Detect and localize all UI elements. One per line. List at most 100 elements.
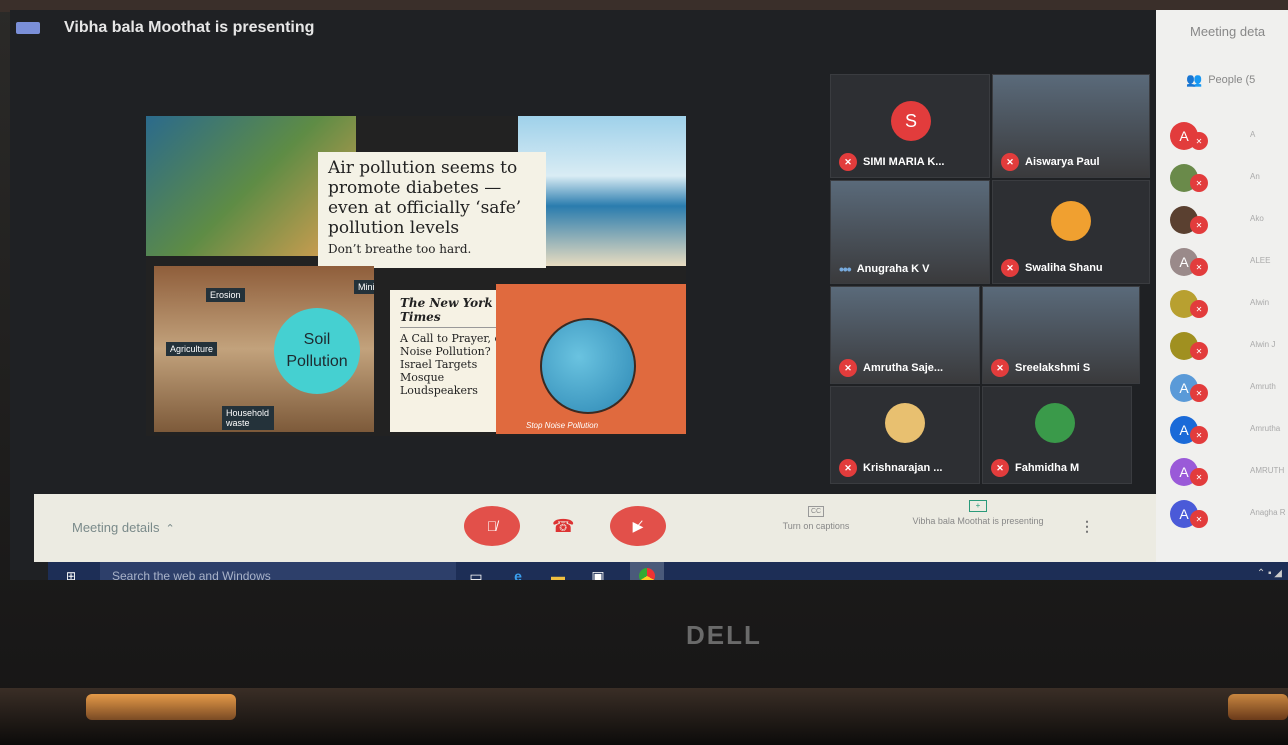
- tag-mining: Mining: [354, 280, 374, 294]
- mic-off-icon: ✕: [1190, 132, 1208, 150]
- store-icon[interactable]: ▣: [588, 566, 608, 581]
- tag-household: Household waste: [222, 406, 274, 430]
- participant-list-item[interactable]: ✕ Alwin: [1170, 290, 1288, 320]
- participant-list-name: Anagha R: [1250, 508, 1286, 517]
- participant-list-name: A: [1250, 130, 1256, 139]
- participant-list-item[interactable]: ✕ Ako: [1170, 206, 1288, 236]
- globe-icon: [540, 318, 636, 414]
- avatar: S: [891, 101, 931, 141]
- shared-slide: Air pollution seems to promote diabetes …: [146, 116, 686, 436]
- participant-tile[interactable]: ✕ Fahmidha M: [982, 386, 1132, 484]
- participant-list-item[interactable]: ✕ Alwin J: [1170, 332, 1288, 362]
- mic-off-icon: ✕: [1190, 258, 1208, 276]
- participant-list-item[interactable]: A ✕ Amrutha: [1170, 416, 1288, 446]
- participant-tile[interactable]: ✕ Krishnarajan ...: [830, 386, 980, 484]
- avatar: [1035, 403, 1075, 443]
- participant-tile[interactable]: ✕ Swaliha Shanu: [992, 180, 1150, 284]
- phone-hangup-icon: ☎: [552, 516, 575, 536]
- participant-list-name: AMRUTH: [1250, 466, 1285, 475]
- people-tab-label: People (5: [1208, 74, 1256, 86]
- presenting-icon: [16, 22, 40, 34]
- participant-list-item[interactable]: A ✕ A: [1170, 122, 1288, 152]
- avatar: [1051, 201, 1091, 241]
- dell-logo: DELL: [686, 620, 762, 650]
- air-pollution-subhead: Don’t breathe too hard.: [328, 242, 472, 256]
- participant-tile[interactable]: ✕ Amrutha Saje...: [830, 286, 980, 384]
- participant-tile[interactable]: ✕ Sreelakshmi S: [982, 286, 1140, 384]
- participant-name: Swaliha Shanu: [1025, 262, 1103, 274]
- participant-tile[interactable]: ✕ Aiswarya Paul: [992, 74, 1150, 178]
- windows-taskbar: ⊞ Search the web and Windows ▭ e ▬ ▣ ⌃ ▪…: [48, 562, 1288, 580]
- edge-browser-icon[interactable]: e: [508, 566, 528, 580]
- file-explorer-icon[interactable]: ▬: [548, 566, 568, 580]
- hinge-foot-right: [1228, 694, 1288, 720]
- participant-list-name: Amrutha: [1250, 424, 1281, 433]
- laptop-photo: Vibha bala Moothat is presenting Air pol…: [0, 0, 1288, 745]
- participant-list-item[interactable]: A ✕ ALEE: [1170, 248, 1288, 278]
- mic-off-icon: ✕: [1190, 216, 1208, 234]
- chevron-up-icon: ⌃: [165, 523, 175, 535]
- participant-tile[interactable]: ••• Anugraha K V: [830, 180, 990, 284]
- mic-toggle-button[interactable]: 🎙̸: [464, 506, 520, 546]
- speaking-icon: •••: [839, 261, 852, 277]
- side-panel: Meeting deta 👥 People (5 A ✕ A ✕ An ✕ Ako A ✕ ALE…: [1156, 10, 1288, 580]
- task-view-icon[interactable]: ▭: [466, 566, 486, 581]
- participant-list-name: ALEE: [1250, 256, 1271, 265]
- meeting-details-button[interactable]: Meeting details ⌃: [72, 520, 175, 535]
- participant-list-name: Ako: [1250, 214, 1264, 223]
- participant-grid: S ✕ SIMI MARIA K... ✕ Aiswarya Paul ••• Anu…: [830, 74, 1150, 484]
- mic-off-icon: ✕: [1190, 174, 1208, 192]
- taskbar-search-input[interactable]: Search the web and Windows: [100, 562, 456, 580]
- presenting-status-label: Vibha bala Moothat is presenting: [912, 516, 1044, 526]
- participant-name: Anugraha K V: [856, 263, 930, 275]
- participant-tile[interactable]: S ✕ SIMI MARIA K...: [830, 74, 990, 178]
- hangup-button[interactable]: ☎: [552, 516, 574, 537]
- more-options-icon[interactable]: ⋮: [1080, 518, 1094, 535]
- present-screen-icon: +: [969, 500, 987, 512]
- noise-pollution-image: Stop Noise Pollution: [496, 284, 686, 434]
- mic-off-icon: ✕: [1190, 384, 1208, 402]
- participant-list-item[interactable]: A ✕ AMRUTH: [1170, 458, 1288, 488]
- soil-pollution-image: Erosion Mining Agriculture Household was…: [154, 266, 374, 432]
- avatar: [885, 403, 925, 443]
- participant-name: Aiswarya Paul: [1025, 156, 1100, 168]
- mic-off-icon: ✕: [1190, 426, 1208, 444]
- camera-toggle-button[interactable]: ▶̸: [610, 506, 666, 546]
- participant-list-item[interactable]: A ✕ Amruth: [1170, 374, 1288, 404]
- hinge-foot-left: [86, 694, 236, 720]
- mic-off-icon: ✕: [1001, 153, 1019, 171]
- mic-off-icon: ✕: [991, 459, 1009, 477]
- camera-off-icon: ▶̸: [632, 517, 644, 534]
- participant-name: Fahmidha M: [1015, 462, 1080, 474]
- presenting-button[interactable]: + Vibha bala Moothat is presenting: [910, 500, 1046, 527]
- participant-name: Sreelakshmi S: [1015, 362, 1091, 374]
- participant-list-name: Alwin: [1250, 298, 1270, 307]
- windows-start-icon[interactable]: ⊞: [66, 569, 80, 580]
- mic-off-icon: ✕: [991, 359, 1009, 377]
- system-tray[interactable]: ⌃ ▪ ◢: [1257, 568, 1282, 579]
- meeting-details-label: Meeting details: [72, 520, 160, 535]
- participant-name: Amrutha Saje...: [863, 362, 944, 374]
- tag-agriculture: Agriculture: [166, 342, 218, 356]
- participant-list-item[interactable]: A ✕ Anagha R: [1170, 500, 1288, 530]
- mic-off-icon: ✕: [839, 459, 857, 477]
- control-bar: Meeting details ⌃ 🎙̸ ☎ ▶̸ CC Turn on capt…: [34, 494, 1156, 562]
- captions-label: Turn on captions: [782, 521, 850, 531]
- mic-off-icon: ✕: [839, 153, 857, 171]
- participant-list-item[interactable]: ✕ An: [1170, 164, 1288, 194]
- mic-off-icon: ✕: [1190, 342, 1208, 360]
- tag-erosion: Erosion: [206, 288, 245, 302]
- participant-name: Krishnarajan ...: [863, 462, 943, 474]
- panel-title: Meeting deta: [1190, 24, 1266, 39]
- participant-list-name: Amruth: [1250, 382, 1276, 391]
- captions-button[interactable]: CC Turn on captions: [756, 506, 876, 531]
- meet-window: Vibha bala Moothat is presenting Air pol…: [10, 10, 1288, 580]
- captions-icon: CC: [808, 506, 824, 517]
- chrome-icon[interactable]: [630, 562, 664, 580]
- air-pollution-headline: Air pollution seems to promote diabetes …: [328, 158, 522, 238]
- mic-off-icon: 🎙̸: [486, 518, 498, 534]
- presenting-label: Vibha bala Moothat is presenting: [64, 19, 315, 36]
- tab-people[interactable]: 👥 People (5: [1186, 72, 1255, 88]
- presenting-bar: Vibha bala Moothat is presenting: [10, 10, 1150, 46]
- people-icon: 👥: [1186, 72, 1203, 87]
